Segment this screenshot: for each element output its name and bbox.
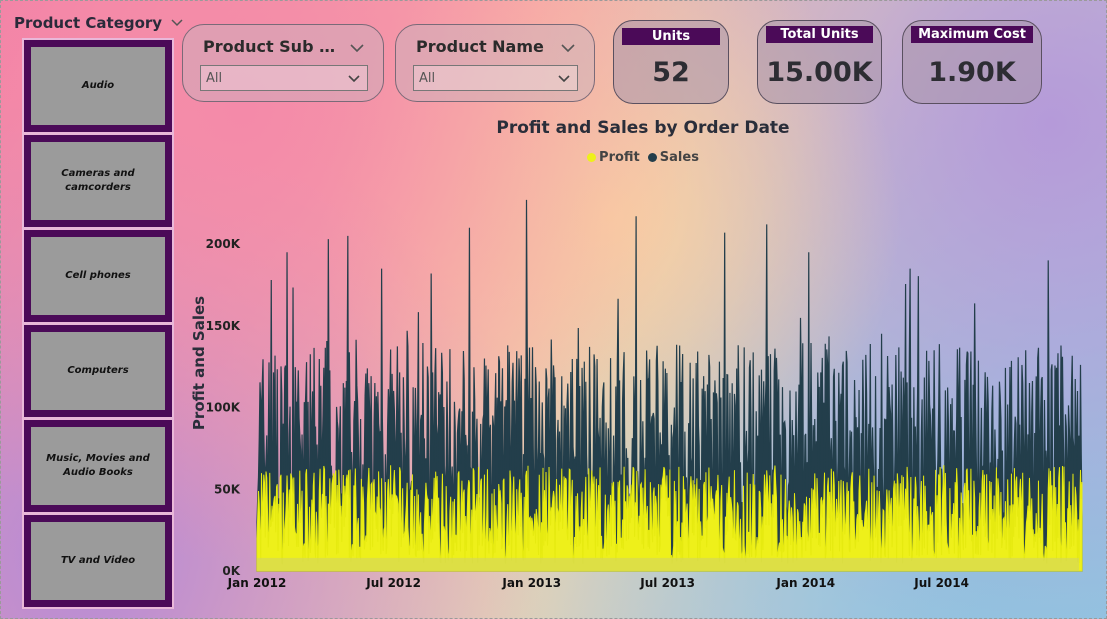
y-tick-label: 50K	[214, 482, 241, 496]
product-name-dropdown[interactable]: All	[413, 65, 578, 91]
chevron-down-icon	[348, 75, 360, 83]
category-tile-label: Computers	[67, 365, 129, 376]
product-name-slicer: Product Name All	[395, 24, 595, 102]
category-slicer-title: Product Category	[14, 14, 163, 32]
category-tile-cameras[interactable]: Cameras and camcorders	[22, 133, 174, 229]
units-card-value: 52	[652, 57, 690, 88]
profit-sales-chart[interactable]: Profit and Sales 0K50K100K150K200K Jan 2…	[182, 175, 1104, 605]
chevron-down-icon	[558, 75, 570, 83]
y-tick-label: 200K	[206, 237, 241, 251]
x-tick-label: Jul 2014	[913, 576, 969, 590]
x-tick-label: Jul 2012	[365, 576, 421, 590]
chevron-down-icon[interactable]	[170, 16, 184, 30]
x-tick-label: Jan 2012	[227, 576, 287, 590]
product-name-slicer-title: Product Name	[416, 37, 544, 56]
maximum-cost-card-label: Maximum Cost	[911, 26, 1033, 43]
category-tile-cell-phones[interactable]: Cell phones	[22, 228, 174, 324]
legend-item-profit[interactable]: Profit	[587, 150, 640, 165]
chart-legend: Profit Sales	[182, 150, 1104, 165]
category-tile-label: TV and Video	[60, 555, 136, 566]
x-tick-label: Jan 2014	[775, 576, 835, 590]
sub-category-dropdown[interactable]: All	[200, 65, 368, 91]
product-name-value: All	[419, 71, 436, 86]
sub-category-slicer: Product Sub C... All	[182, 24, 384, 102]
category-slicer-header: Product Category	[14, 12, 184, 34]
total-units-card: Total Units 15.00K	[757, 20, 882, 104]
y-axis: 0K50K100K150K200K	[206, 237, 241, 578]
category-tile-computers[interactable]: Computers	[22, 323, 174, 419]
legend-dot-sales	[647, 153, 657, 162]
category-tile-audio[interactable]: Audio	[22, 38, 174, 134]
chart-title: Profit and Sales by Order Date	[496, 118, 790, 138]
category-tile-tv-video[interactable]: TV and Video	[22, 513, 174, 609]
x-tick-label: Jul 2013	[639, 576, 695, 590]
units-card: Units 52	[613, 20, 729, 104]
total-units-card-value: 15.00K	[766, 57, 873, 88]
profit-lower-band	[257, 557, 1079, 571]
sub-category-slicer-title: Product Sub C...	[203, 37, 343, 56]
chevron-down-icon[interactable]	[349, 41, 365, 55]
chevron-down-icon[interactable]	[560, 41, 576, 55]
y-tick-label: 100K	[206, 401, 241, 415]
units-card-label: Units	[622, 28, 720, 45]
legend-item-sales[interactable]: Sales	[647, 150, 699, 165]
category-tile-label: Cameras and camcorders	[61, 168, 135, 193]
legend-dot-profit	[587, 153, 597, 162]
y-tick-label: 150K	[206, 319, 241, 333]
legend-label-profit: Profit	[599, 150, 640, 165]
category-tile-label: Audio	[81, 80, 115, 91]
maximum-cost-card-value: 1.90K	[928, 57, 1016, 88]
category-tile-label: Cell phones	[65, 270, 131, 281]
maximum-cost-card: Maximum Cost 1.90K	[902, 20, 1042, 104]
category-tile-music-movies[interactable]: Music, Movies and Audio Books	[22, 418, 174, 514]
x-axis: Jan 2012 Jul 2012 Jan 2013 Jul 2013 Jan 2014…	[227, 576, 969, 590]
sub-category-value: All	[206, 71, 223, 86]
legend-label-sales: Sales	[659, 150, 699, 165]
x-tick-label: Jan 2013	[501, 576, 561, 590]
category-tile-label: Music, Movies and Audio Books	[46, 453, 150, 478]
total-units-card-label: Total Units	[766, 26, 873, 43]
